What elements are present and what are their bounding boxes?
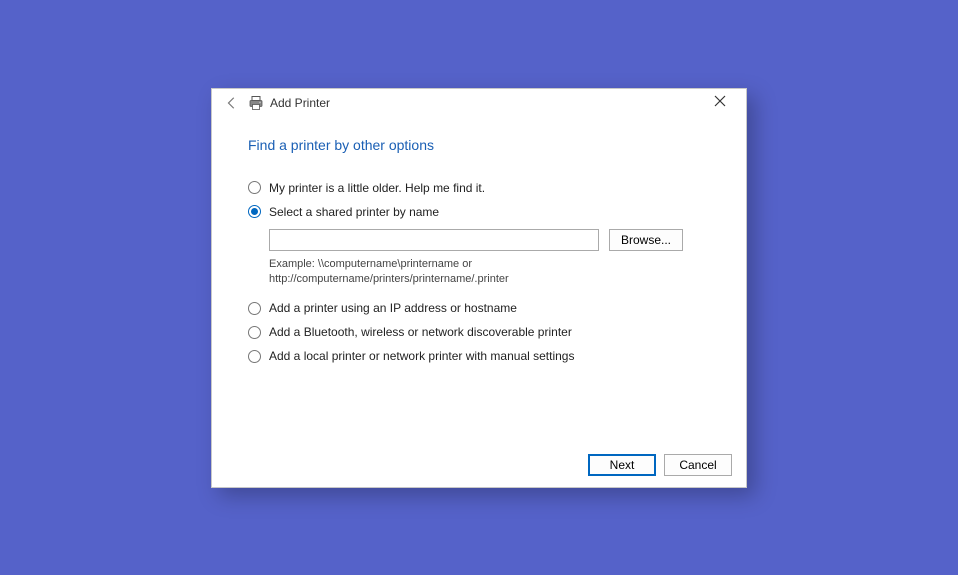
- option-label: My printer is a little older. Help me fi…: [269, 181, 485, 195]
- titlebar: Add Printer: [212, 89, 746, 117]
- option-label: Add a printer using an IP address or hos…: [269, 301, 517, 315]
- option-shared-printer[interactable]: Select a shared printer by name: [248, 205, 710, 219]
- radio-icon: [248, 350, 261, 363]
- radio-icon: [248, 302, 261, 315]
- radio-icon: [248, 326, 261, 339]
- radio-icon: [248, 181, 261, 194]
- option-older-printer[interactable]: My printer is a little older. Help me fi…: [248, 181, 710, 195]
- page-heading: Find a printer by other options: [248, 137, 710, 153]
- browse-button[interactable]: Browse...: [609, 229, 683, 251]
- dialog-footer: Next Cancel: [212, 443, 746, 487]
- cancel-button[interactable]: Cancel: [664, 454, 732, 476]
- shared-printer-subsection: Browse... Example: \\computername\printe…: [269, 229, 710, 288]
- option-label: Select a shared printer by name: [269, 205, 439, 219]
- close-button[interactable]: [700, 89, 740, 113]
- dialog-content: Find a printer by other options My print…: [212, 117, 746, 443]
- option-local-manual[interactable]: Add a local printer or network printer w…: [248, 349, 710, 363]
- option-label: Add a local printer or network printer w…: [269, 349, 574, 363]
- add-printer-dialog: Add Printer Find a printer by other opti…: [211, 88, 747, 488]
- radio-icon: [248, 205, 261, 218]
- option-label: Add a Bluetooth, wireless or network dis…: [269, 325, 572, 339]
- example-text: Example: \\computername\printername or h…: [269, 257, 609, 288]
- option-bluetooth-wireless[interactable]: Add a Bluetooth, wireless or network dis…: [248, 325, 710, 339]
- shared-printer-path-input[interactable]: [269, 229, 599, 251]
- close-icon: [714, 95, 726, 107]
- titlebar-label: Add Printer: [270, 96, 330, 110]
- options-group: My printer is a little older. Help me fi…: [248, 181, 710, 364]
- back-arrow-icon[interactable]: [224, 95, 240, 111]
- option-ip-address[interactable]: Add a printer using an IP address or hos…: [248, 301, 710, 315]
- next-button[interactable]: Next: [588, 454, 656, 476]
- printer-icon: [248, 95, 264, 111]
